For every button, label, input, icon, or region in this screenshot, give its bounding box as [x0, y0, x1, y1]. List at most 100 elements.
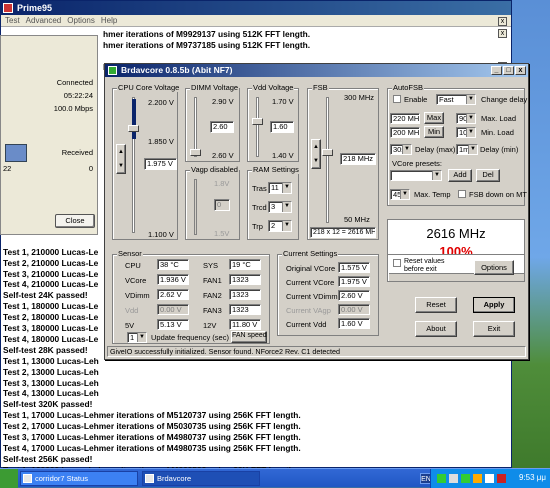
menu-advanced[interactable]: Advanced: [26, 16, 62, 25]
tras-value: 11: [271, 183, 279, 192]
fsb-down-checkbox[interactable]: [458, 190, 466, 198]
prime95-titlebar[interactable]: Prime95: [1, 1, 511, 15]
maximize-icon[interactable]: □: [503, 66, 514, 75]
close-button[interactable]: Close: [55, 214, 95, 228]
current-vdimm-label: Current VDimm: [286, 292, 338, 301]
cpu-frequency: 2616 MHz: [426, 226, 486, 241]
enable-label: Enable: [404, 95, 428, 104]
max-button[interactable]: Max: [424, 112, 444, 124]
vagp-group: Vagp disabled 1.8V 0 1.5V: [185, 165, 240, 240]
brdavcore-window: Brdavcore 0.8.5b (Abit NF7) _ □ x CPU Core…: [104, 63, 529, 360]
vdd-voltage-label: Vdd Voltage: [252, 83, 295, 92]
cpu-voltage-mid: 1.850 V: [148, 137, 174, 146]
ram-settings-group: RAM Settings Tras 11 ▼ Trcd 3 ▼ Trp 2 ▼: [247, 165, 300, 240]
tray-icon[interactable]: [437, 474, 446, 483]
ram-settings-label: RAM Settings: [252, 165, 300, 174]
reset-values-checkbox[interactable]: [393, 259, 401, 267]
brdavcore-titlebar[interactable]: Brdavcore 0.8.5b (Abit NF7) _ □ x: [105, 64, 528, 77]
tray-icon[interactable]: [473, 474, 482, 483]
chevron-down-icon: ▼: [282, 202, 291, 212]
fan3-value: 1323: [229, 304, 261, 315]
current-settings-group: Current Settings Original VCore 1.575 V …: [277, 249, 379, 336]
cpu-temp-label: CPU: [125, 261, 141, 270]
min-load-select[interactable]: 10 ▼: [456, 127, 476, 138]
fan3-label: FAN3: [203, 306, 222, 315]
vcore-presets-select[interactable]: ▼: [390, 170, 442, 181]
trp-select[interactable]: 2 ▼: [268, 220, 292, 232]
vdd-sensor-label: Vdd: [125, 306, 139, 315]
fan1-label: FAN1: [203, 276, 222, 285]
min-load-label: Min. Load: [481, 128, 514, 137]
current-vcore-label: Current VCore: [286, 278, 335, 287]
fsb-slider[interactable]: [322, 149, 333, 156]
vagp-min: 1.5V: [214, 229, 230, 238]
enable-checkbox[interactable]: [393, 95, 401, 103]
delay-min-select[interactable]: 1m ▼: [456, 144, 478, 155]
prime95-title: Prime95: [17, 3, 53, 13]
log-line: Test 4, 13000 Lucas-Leh: [3, 388, 99, 399]
min-button[interactable]: Min: [424, 126, 444, 138]
tray-icon[interactable]: [449, 474, 458, 483]
fsb-label: FSB: [312, 83, 329, 92]
current-vcore-value: 1.975 V: [338, 276, 370, 287]
trcd-select[interactable]: 3 ▼: [268, 201, 292, 213]
options-button[interactable]: Options: [474, 260, 514, 275]
cpu-voltage-spinner[interactable]: ▲ ▼: [116, 144, 126, 174]
tras-select[interactable]: 11 ▼: [268, 182, 292, 194]
vdd-voltage-value[interactable]: 1.60: [270, 121, 294, 133]
vcore-sensor-label: VCore: [125, 276, 147, 285]
apply-button[interactable]: Apply: [473, 297, 515, 313]
fsb-value[interactable]: 218 MHz: [340, 153, 376, 165]
max-load-label: Max. Load: [481, 114, 517, 123]
tray-icon[interactable]: [485, 474, 494, 483]
fan2-label: FAN2: [203, 291, 222, 300]
close-icon[interactable]: x: [498, 17, 507, 26]
max-temp-select[interactable]: 45 ▼: [390, 189, 410, 200]
chevron-down-icon: ▼: [466, 95, 475, 104]
tray-icon[interactable]: [497, 474, 506, 483]
fsb-max: 300 MHz: [344, 93, 375, 102]
max-load-select[interactable]: 90 ▼: [456, 113, 476, 124]
status-connected: Connected: [56, 78, 93, 87]
vdd-voltage-track: [256, 97, 259, 157]
minimize-icon[interactable]: _: [491, 66, 502, 75]
close-icon[interactable]: x: [498, 29, 507, 38]
vagp-track: [194, 179, 197, 235]
tray-icon[interactable]: [461, 474, 470, 483]
mode-select[interactable]: Fast ▼: [436, 94, 476, 105]
autofsb-label: AutoFSB: [392, 83, 425, 92]
cpu-voltage-value[interactable]: 1.975 V: [144, 158, 177, 170]
menu-help[interactable]: Help: [101, 16, 117, 25]
menu-options[interactable]: Options: [67, 16, 95, 25]
fan-speed-button[interactable]: FAN speed: [231, 331, 267, 343]
log-line: Self-test 320K passed!: [3, 399, 93, 410]
fan1-value: 1323: [229, 274, 261, 285]
task-corridor7[interactable]: corridor7 Status: [20, 471, 138, 486]
update-frequency-select[interactable]: 1 ▼: [127, 332, 147, 343]
cpu-voltage-slider[interactable]: [128, 125, 139, 132]
dimm-voltage-value[interactable]: 2.60: [210, 121, 234, 133]
max-temp-label: Max. Temp: [414, 190, 451, 199]
sys-temp-value: 19 °C: [229, 259, 261, 270]
chevron-down-icon: ▼: [466, 114, 475, 123]
delay-max-select[interactable]: 30s ▼: [390, 144, 412, 155]
add-preset-button[interactable]: Add: [448, 169, 472, 182]
reset-button[interactable]: Reset: [415, 297, 457, 313]
exit-button[interactable]: Exit: [473, 321, 515, 337]
network-icon: [5, 144, 27, 162]
close-icon[interactable]: x: [515, 66, 526, 75]
original-vcore-label: Original VCore: [286, 264, 336, 273]
about-button[interactable]: About: [415, 321, 457, 337]
update-frequency-value: 1: [130, 333, 135, 342]
v5-value: 5.13 V: [157, 319, 189, 330]
current-vdd-label: Current Vdd: [286, 320, 327, 329]
vdd-voltage-slider[interactable]: [252, 118, 263, 125]
menu-test[interactable]: Test: [5, 16, 20, 25]
task-brdavcore[interactable]: Brdavcore: [142, 471, 260, 486]
delete-preset-button[interactable]: Del: [476, 169, 500, 182]
fsb-spinner[interactable]: ▲ ▼: [311, 139, 321, 169]
vagp-value: 0: [214, 199, 230, 211]
start-button[interactable]: [0, 469, 18, 488]
dimm-voltage-slider[interactable]: [190, 149, 201, 156]
chevron-down-icon: ▼: [137, 333, 146, 342]
